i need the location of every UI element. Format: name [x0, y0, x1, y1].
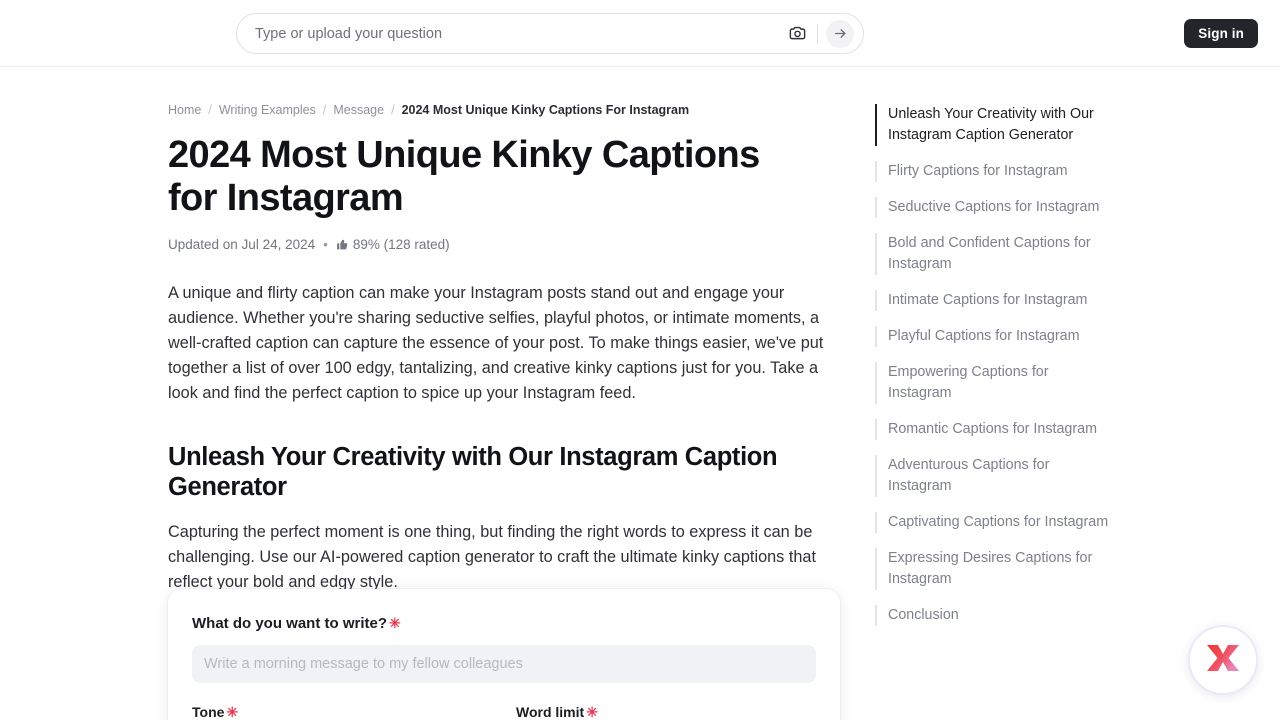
top-header: Sign in: [0, 0, 1280, 67]
required-asterisk-icon: ✳: [389, 615, 401, 632]
toc-item-expressing-desires-captions[interactable]: Expressing Desires Captions for Instagra…: [875, 548, 1115, 590]
search-submit-button[interactable]: [826, 20, 854, 48]
table-of-contents: Unleash Your Creativity with Our Instagr…: [875, 104, 1115, 641]
camera-icon[interactable]: [786, 23, 808, 45]
page-body: Home / Writing Examples / Message / 2024…: [0, 68, 1280, 720]
rating-value: 89% (128 rated): [353, 237, 450, 252]
form-options-row: Tone✳ Word limit✳: [192, 704, 816, 720]
updated-date: Updated on Jul 24, 2024: [168, 237, 315, 252]
section-heading: Unleash Your Creativity with Our Instagr…: [168, 442, 840, 502]
form-word-limit-label: Word limit✳: [516, 704, 816, 720]
toc-item-empowering-captions[interactable]: Empowering Captions for Instagram: [875, 362, 1115, 404]
brand-x-logo-icon: [1206, 643, 1240, 678]
search-input[interactable]: [255, 26, 786, 42]
toc-item-bold-and-confident-captions[interactable]: Bold and Confident Captions for Instagra…: [875, 233, 1115, 275]
page-title: 2024 Most Unique Kinky Captions for Inst…: [168, 134, 808, 220]
thumbs-up-icon: [336, 238, 349, 251]
article-intro-paragraph: A unique and flirty caption can make you…: [168, 281, 840, 406]
meta-separator: •: [323, 237, 328, 252]
breadcrumb-separator: /: [208, 103, 211, 117]
form-tone-label-text: Tone: [192, 704, 224, 720]
breadcrumb-item-writing-examples[interactable]: Writing Examples: [219, 103, 316, 117]
sign-in-button[interactable]: Sign in: [1184, 19, 1258, 48]
search-bar[interactable]: [236, 13, 864, 54]
required-asterisk-icon: ✳: [226, 704, 238, 720]
form-word-limit-field: Word limit✳: [516, 704, 816, 720]
form-question-input[interactable]: [192, 645, 816, 683]
breadcrumb-separator: /: [391, 103, 394, 117]
form-tone-field: Tone✳: [192, 704, 492, 720]
breadcrumb-current: 2024 Most Unique Kinky Captions For Inst…: [402, 103, 690, 117]
toc-item-intimate-captions[interactable]: Intimate Captions for Instagram: [875, 290, 1115, 311]
article-column: Home / Writing Examples / Message / 2024…: [168, 68, 840, 595]
article-meta: Updated on Jul 24, 2024 • 89% (128 rated…: [168, 237, 840, 252]
required-asterisk-icon: ✳: [586, 704, 598, 720]
breadcrumb-separator: /: [323, 103, 326, 117]
toc-item-romantic-captions[interactable]: Romantic Captions for Instagram: [875, 419, 1115, 440]
toc-item-adventurous-captions[interactable]: Adventurous Captions for Instagram: [875, 455, 1115, 497]
divider: [817, 24, 818, 44]
breadcrumb-item-message[interactable]: Message: [333, 103, 384, 117]
chat-widget-button[interactable]: [1188, 625, 1258, 695]
toc-item-conclusion[interactable]: Conclusion: [875, 605, 1115, 626]
form-tone-label: Tone✳: [192, 704, 492, 720]
caption-generator-form-card: What do you want to write? ✳ Tone✳ Word …: [168, 589, 840, 720]
toc-item-captivating-captions[interactable]: Captivating Captions for Instagram: [875, 512, 1115, 533]
breadcrumb-item-home[interactable]: Home: [168, 103, 201, 117]
form-question-label-text: What do you want to write?: [192, 615, 387, 632]
section-paragraph: Capturing the perfect moment is one thin…: [168, 520, 840, 595]
form-question-label: What do you want to write? ✳: [192, 615, 816, 632]
breadcrumb: Home / Writing Examples / Message / 2024…: [168, 68, 840, 117]
toc-item-unleash-your-creativity[interactable]: Unleash Your Creativity with Our Instagr…: [875, 104, 1115, 146]
toc-item-playful-captions[interactable]: Playful Captions for Instagram: [875, 326, 1115, 347]
toc-item-seductive-captions[interactable]: Seductive Captions for Instagram: [875, 197, 1115, 218]
form-word-limit-label-text: Word limit: [516, 704, 584, 720]
toc-item-flirty-captions[interactable]: Flirty Captions for Instagram: [875, 161, 1115, 182]
